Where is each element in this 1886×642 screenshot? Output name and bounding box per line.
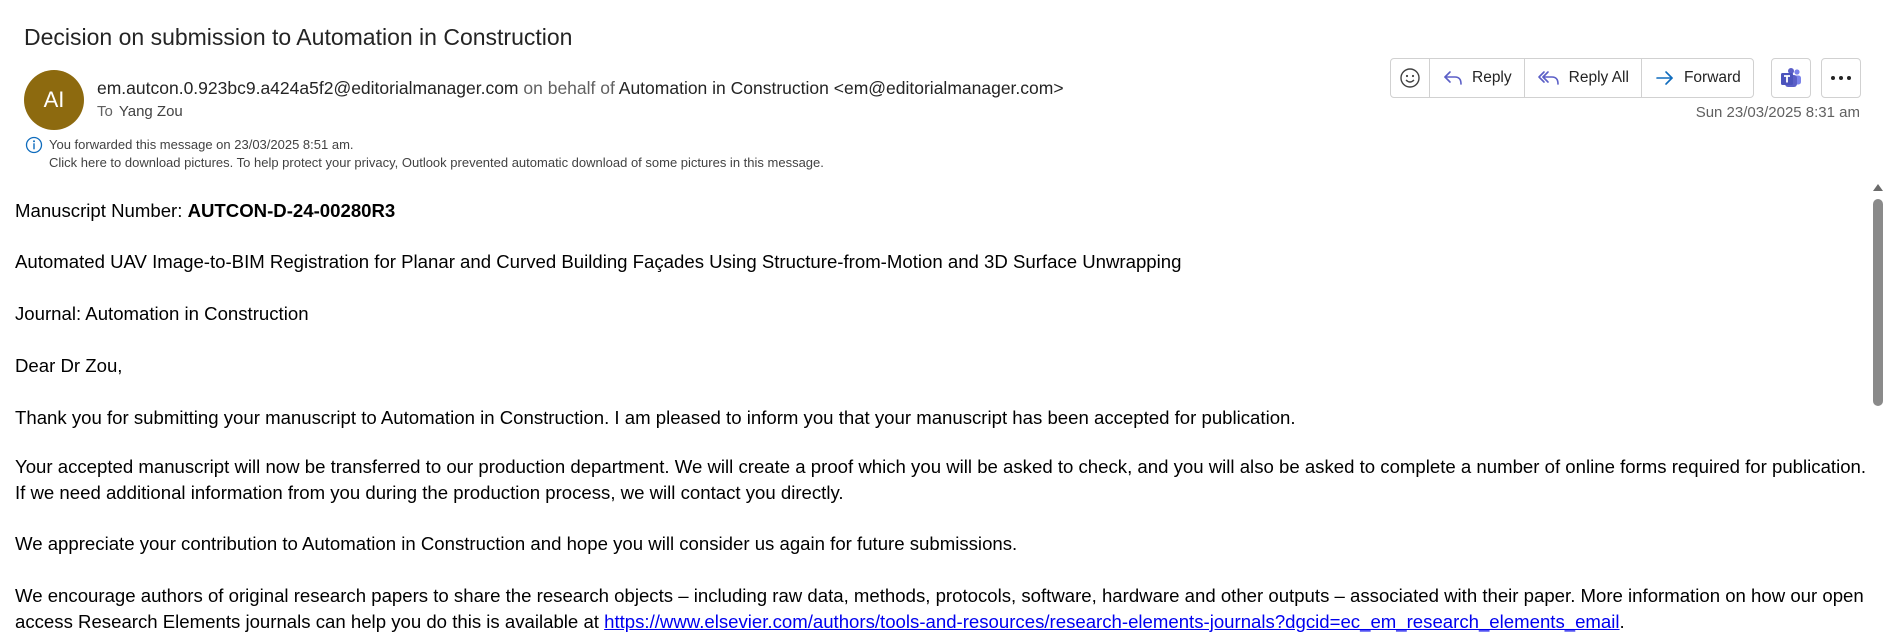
- on-behalf-of-label: on behalf of: [523, 78, 615, 98]
- reply-all-button[interactable]: Reply All: [1525, 59, 1642, 97]
- link-suffix: .: [1619, 610, 1625, 632]
- more-icon: [1831, 76, 1851, 80]
- teams-icon: [1781, 68, 1801, 87]
- forward-button[interactable]: Forward: [1642, 59, 1753, 97]
- greeting: Dear Dr Zou,: [15, 355, 123, 376]
- message-actions-toolbar: Reply Reply All Forward: [1390, 58, 1754, 98]
- to-label: To: [97, 103, 113, 120]
- acceptance-paragraph: Thank you for submitting your manuscript…: [15, 407, 1296, 428]
- sender-line: em.autcon.0.923bc9.a424a5f2@editorialman…: [97, 78, 1064, 99]
- emoji-icon: [1400, 68, 1420, 88]
- reply-all-icon: [1537, 71, 1559, 85]
- behalf-name[interactable]: Automation in Construction <em@editorial…: [619, 78, 1064, 98]
- appreciation-paragraph: We appreciate your contribution to Autom…: [15, 533, 1018, 554]
- sender-address[interactable]: em.autcon.0.923bc9.a424a5f2@editorialman…: [97, 78, 519, 98]
- more-actions-button[interactable]: [1821, 58, 1861, 98]
- received-date: Sun 23/03/2025 8:31 am: [1695, 104, 1860, 121]
- forward-label: Forward: [1683, 69, 1741, 86]
- recipient-line: To Yang Zou: [97, 103, 183, 120]
- production-paragraph: Your accepted manuscript will now be tra…: [15, 456, 1867, 503]
- manuscript-number: AUTCON-D-24-00280R3: [187, 200, 396, 221]
- avatar-initials: AI: [43, 87, 65, 112]
- message-scrollbar[interactable]: [1870, 184, 1886, 642]
- reply-label: Reply: [1472, 69, 1512, 86]
- scroll-up-arrow-icon[interactable]: [1873, 184, 1883, 191]
- email-subject: Decision on submission to Automation in …: [24, 24, 573, 50]
- manuscript-number-line: Manuscript Number: AUTCON-D-24-00280R3: [15, 198, 395, 224]
- info-icon: [25, 136, 43, 154]
- journal-line: Journal: Automation in Construction: [15, 303, 309, 324]
- reply-all-label: Reply All: [1568, 69, 1629, 86]
- download-pictures-notice[interactable]: Click here to download pictures. To help…: [49, 155, 824, 170]
- paper-title: Automated UAV Image-to-BIM Registration …: [15, 251, 1182, 272]
- share-to-teams-button[interactable]: [1771, 58, 1811, 98]
- forward-icon: [1656, 71, 1673, 85]
- forwarded-notice: You forwarded this message on 23/03/2025…: [49, 137, 354, 152]
- manuscript-label: Manuscript Number:: [15, 200, 188, 221]
- recipient-name[interactable]: Yang Zou: [119, 103, 183, 120]
- research-elements-paragraph: We encourage authors of original researc…: [15, 583, 1867, 634]
- sender-avatar[interactable]: AI: [24, 70, 84, 130]
- reply-icon: [1444, 71, 1462, 85]
- scroll-thumb[interactable]: [1873, 199, 1883, 406]
- research-elements-link[interactable]: https://www.elsevier.com/authors/tools-a…: [604, 611, 1619, 632]
- reaction-button[interactable]: [1391, 59, 1430, 97]
- reply-button[interactable]: Reply: [1430, 59, 1525, 97]
